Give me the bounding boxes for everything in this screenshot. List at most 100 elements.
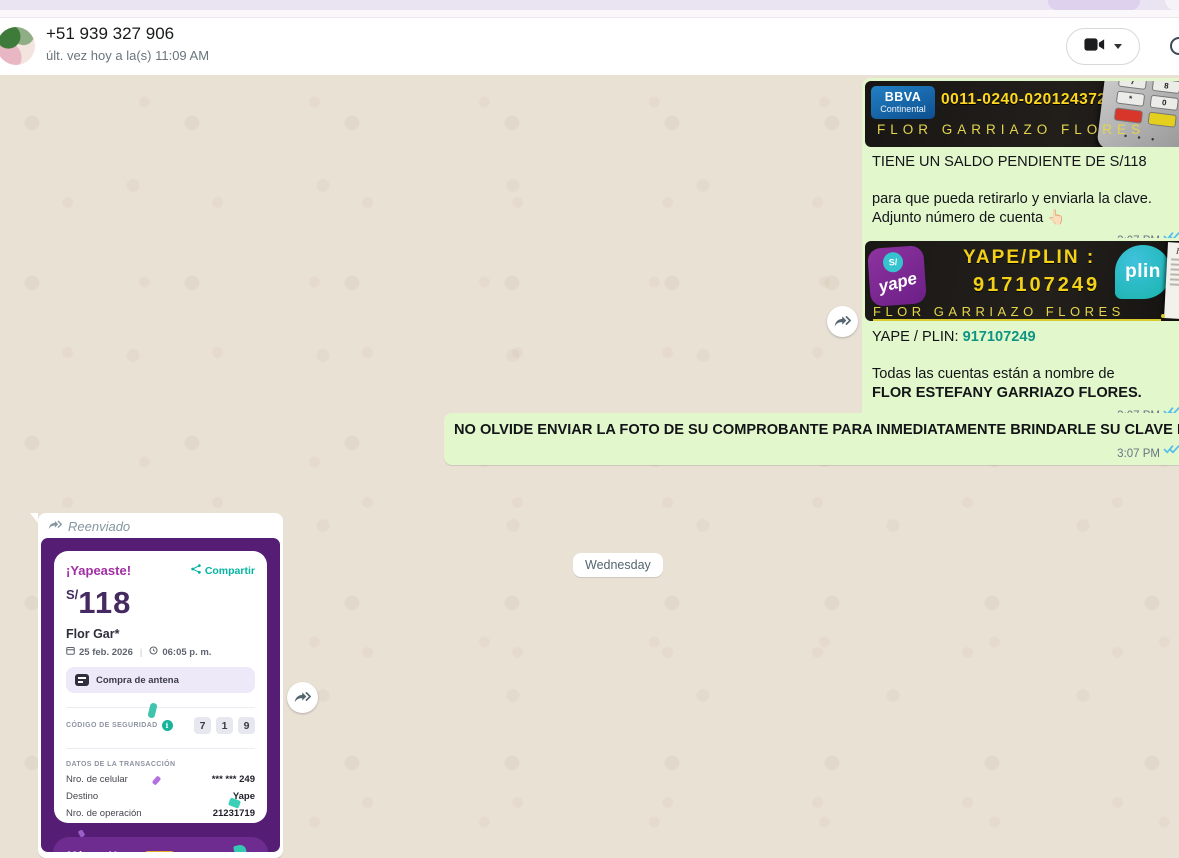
message-text: Todas las cuentas están a nombre de: [872, 365, 1179, 384]
calendar-icon: [66, 646, 75, 658]
message-text: para que pueda retirarlo y enviarla la c…: [872, 190, 1179, 209]
row-label: Nro. de celular: [66, 774, 128, 785]
security-digit: 1: [216, 717, 233, 734]
transaction-data-label: DATOS DE LA TRANSACCIÓN: [66, 761, 255, 768]
yape-underline-dot: [1161, 314, 1165, 318]
receipt-footer-text: Más en Yape: [67, 851, 136, 852]
security-code-label: CÓDIGO DE SEGURIDAD: [66, 722, 158, 729]
receipt-time: 06:05 p. m.: [162, 647, 211, 658]
forwarded-label: Reenviado: [38, 513, 283, 538]
security-code-label-row: CÓDIGO DE SEGURIDAD i: [66, 720, 173, 731]
pos-key: 7: [1118, 81, 1147, 90]
bbva-brand-sub: Continental: [880, 104, 926, 114]
window-top-pill: [1048, 0, 1140, 10]
pos-key-yellow: [1148, 112, 1177, 128]
contact-last-seen: últ. vez hoy a la(s) 11:09 AM: [46, 48, 209, 63]
security-digit: 7: [194, 717, 211, 734]
yape-plin-prefix: YAPE / PLIN:: [872, 329, 963, 345]
video-call-button[interactable]: [1066, 28, 1140, 65]
info-icon: i: [162, 720, 173, 731]
message-text: TIENE UN SALDO PENDIENTE DE S/118: [872, 153, 1179, 172]
message-time: 3:07 PM: [1117, 448, 1160, 460]
forward-icon: [48, 519, 63, 534]
yape-underline: [873, 319, 1161, 321]
share-button: Compartir: [191, 564, 255, 577]
share-icon: [191, 564, 201, 577]
window-top-strip: [0, 0, 1179, 10]
receipt-amount-value: 118: [78, 585, 131, 620]
receipt-date: 25 feb. 2026: [79, 647, 133, 658]
message-text: Adjunto número de cuenta 👆🏻: [872, 209, 1179, 228]
pos-key: 0: [1150, 95, 1179, 111]
receipt-currency: S/: [66, 587, 78, 602]
message-bbva-account: BBVA Continental 0011-0240-0201243721 7 …: [862, 78, 1179, 252]
forwarded-text: Reenviado: [68, 519, 130, 534]
yape-wordmark: yape: [876, 269, 918, 298]
yape-receipt-image[interactable]: ¡Yapeaste! Compartir S/118 Flor Gar*: [41, 538, 280, 852]
plin-wordmark: plin: [1125, 261, 1161, 283]
read-receipt-icon: [1163, 442, 1179, 460]
bbva-account-image[interactable]: BBVA Continental 0011-0240-0201243721 7 …: [865, 81, 1179, 147]
yape-plin-image[interactable]: S/ yape YAPE/PLIN : 917107249 plin Flor …: [865, 241, 1179, 321]
yape-holder-name: FLOR GARRIAZO FLORES: [873, 304, 1125, 319]
whatsapp-window: +51 939 327 906 últ. vez hoy a la(s) 11:…: [0, 0, 1179, 858]
pos-key: 8: [1152, 81, 1179, 94]
window-top-corner: [1165, 0, 1179, 10]
message-forwarded-receipt: Reenviado ¡Yapeaste! Compartir S: [38, 513, 283, 858]
receipt-title: ¡Yapeaste!: [66, 563, 131, 578]
price-list-paper: Flor: [1164, 242, 1179, 320]
message-yape-plin: S/ yape YAPE/PLIN : 917107249 plin Flor …: [862, 238, 1179, 427]
contact-info[interactable]: +51 939 327 906 últ. vez hoy a la(s) 11:…: [46, 24, 209, 63]
pos-key: *: [1116, 91, 1145, 107]
new-badge: Nuevo: [142, 851, 177, 853]
row-value: 21231719: [213, 808, 255, 819]
row-value: *** *** 249: [212, 774, 255, 785]
footer-teal-decoration: [233, 844, 247, 852]
bbva-holder-name: FLOR GARRIAZO FLORES: [877, 122, 1145, 137]
receipt-datetime: 25 feb. 2026 | 06:05 p. m.: [66, 646, 255, 658]
yape-app-icon: S/ yape: [867, 245, 927, 307]
message-text: NO OLVIDE ENVIAR LA FOTO DE SU COMPROBAN…: [454, 421, 1179, 440]
yape-plin-title: YAPE/PLIN :: [963, 247, 1095, 269]
bbva-account-number: 0011-0240-0201243721: [941, 91, 1116, 109]
bbva-brand: BBVA: [885, 91, 922, 104]
security-code-digits: 7 1 9: [194, 717, 255, 734]
receipt-note-text: Compra de antena: [96, 675, 179, 686]
plin-logo: plin: [1115, 245, 1171, 299]
receipt-payee: Flor Gar*: [66, 627, 255, 641]
chat-header: +51 939 327 906 últ. vez hoy a la(s) 11:…: [0, 18, 1179, 75]
search-icon[interactable]: [1167, 35, 1179, 59]
bbva-logo: BBVA Continental: [871, 86, 935, 119]
receipt-footer: Más en Yape Nuevo: [53, 837, 268, 852]
chevron-down-icon: [1114, 44, 1122, 49]
phone-number-link[interactable]: 917107249: [963, 329, 1036, 345]
yape-plin-number: 917107249: [973, 274, 1100, 297]
video-camera-icon: [1084, 37, 1105, 57]
message-text: YAPE / PLIN: 917107249: [872, 328, 1179, 347]
note-icon: [75, 674, 89, 686]
divider: [66, 707, 255, 708]
security-digit: 9: [238, 717, 255, 734]
divider: [66, 748, 255, 749]
message-text: FLOR ESTEFANY GARRIAZO FLORES.: [872, 384, 1179, 403]
pos-terminal-graphic: 7 8 * 0 • • •: [1096, 81, 1179, 147]
share-label: Compartir: [205, 565, 255, 577]
chat-message-area: BBVA Continental 0011-0240-0201243721 7 …: [0, 75, 1179, 858]
receipt-amount: S/118: [66, 585, 255, 621]
window-sub-strip: [0, 10, 1179, 18]
message-reminder: NO OLVIDE ENVIAR LA FOTO DE SU COMPROBAN…: [444, 413, 1179, 465]
transaction-row: Destino Yape: [66, 791, 255, 802]
contact-name: +51 939 327 906: [46, 24, 209, 44]
contact-avatar[interactable]: [0, 27, 35, 65]
transaction-row: Nro. de operación 21231719: [66, 808, 255, 819]
date-divider: Wednesday: [573, 553, 663, 577]
row-label: Destino: [66, 791, 98, 802]
forward-message-button[interactable]: [287, 682, 318, 713]
date-divider-label: Wednesday: [585, 558, 651, 572]
yape-currency-badge: S/: [882, 252, 903, 273]
row-label: Nro. de operación: [66, 808, 142, 819]
clock-icon: [149, 646, 158, 658]
message-meta: 3:07 PM: [1117, 442, 1179, 460]
forward-message-button[interactable]: [827, 306, 858, 337]
paper-title: Flor: [1170, 246, 1179, 256]
